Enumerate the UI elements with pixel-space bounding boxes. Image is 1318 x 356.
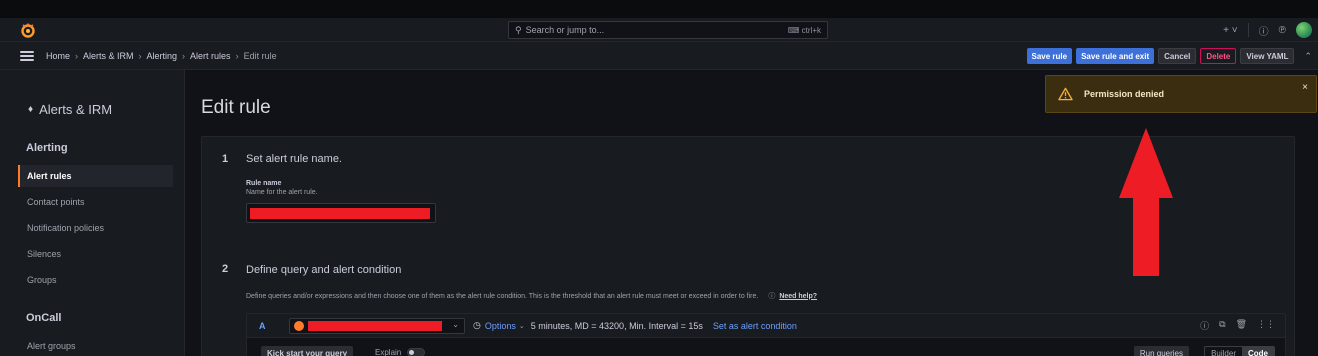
help-icon[interactable]: ⓘ <box>1259 23 1269 38</box>
sidebar-title-text: Alerts & IRM <box>39 102 113 117</box>
sidebar-item-groups[interactable]: Groups <box>18 269 173 291</box>
sidebar-section-alerting: Alerting <box>26 142 68 154</box>
query-description-text: Define queries and/or expressions and th… <box>246 292 759 300</box>
warning-icon <box>1058 87 1073 101</box>
query-ref-id[interactable]: A <box>259 321 279 331</box>
query-info-icon[interactable]: ⓘ <box>1200 319 1209 332</box>
datasource-icon <box>294 320 304 331</box>
bell-icon: ♦ <box>28 104 34 115</box>
search-input[interactable]: ⚲ Search or jump to... ⌨ ctrl+k <box>508 21 828 39</box>
sidebar-item-contact-points[interactable]: Contact points <box>18 191 173 213</box>
query-options-summary: 5 minutes, MD = 43200, Min. Interval = 1… <box>530 320 703 331</box>
view-yaml-button[interactable]: View YAML <box>1240 48 1295 64</box>
explain-toggle-group: Explain <box>375 348 426 356</box>
breadcrumb-alerting[interactable]: Alerting <box>147 51 178 61</box>
breadcrumb-separator: › <box>235 50 239 61</box>
navigation-bar: Home › Alerts & IRM › Alerting › Alert r… <box>0 42 1318 70</box>
sidebar-item-alert-groups[interactable]: Alert groups <box>18 335 173 356</box>
user-avatar[interactable] <box>1296 22 1312 38</box>
need-help-link[interactable]: Need help? <box>779 293 817 300</box>
query-toolbar: Kick start your query Explain Run querie… <box>247 342 1285 356</box>
query-header: A ⌄ ◷ Options ⌄ 5 minutes, MD = 43200, M… <box>247 314 1285 338</box>
permission-denied-toast: Permission denied × <box>1045 75 1317 113</box>
explain-label: Explain <box>375 348 402 356</box>
editor-mode-switch: Builder Code <box>1204 346 1275 356</box>
grafana-logo-icon[interactable] <box>20 22 36 38</box>
menu-icon[interactable] <box>20 50 34 61</box>
query-row-actions: ⓘ ⧉ 🗑 ⋮⋮ <box>1200 319 1275 332</box>
datasource-picker[interactable]: ⌄ <box>289 317 465 334</box>
page-title: Edit rule <box>201 97 271 118</box>
kick-start-query-button[interactable]: Kick start your query <box>261 346 354 356</box>
step-title: Set alert rule name. <box>246 153 342 165</box>
query-description: Define queries and/or expressions and th… <box>246 291 817 301</box>
toast-message: Permission denied <box>1084 89 1165 99</box>
section-sidebar: ♦ Alerts & IRM Alerting Alert rules Cont… <box>0 70 185 356</box>
rule-name-input[interactable] <box>246 203 436 223</box>
breadcrumb-separator: › <box>75 50 79 61</box>
search-shortcut-text: ctrl+k <box>801 25 821 35</box>
step-number: 2 <box>222 263 229 275</box>
redaction-mark <box>250 208 430 219</box>
set-alert-condition-button[interactable]: Set as alert condition <box>713 321 797 331</box>
save-and-exit-button[interactable]: Save rule and exit <box>1076 48 1155 64</box>
breadcrumb-separator: › <box>182 50 186 61</box>
sidebar-item-alert-rules[interactable]: Alert rules <box>18 165 173 187</box>
breadcrumb: Home › Alerts & IRM › Alerting › Alert r… <box>46 51 277 61</box>
search-icon: ⚲ <box>515 24 522 35</box>
help-circle-icon: ⓘ <box>768 293 776 300</box>
rule-name-label: Rule name <box>246 180 282 187</box>
breadcrumb-alert-rules[interactable]: Alert rules <box>190 51 231 61</box>
query-editor: A ⌄ ◷ Options ⌄ 5 minutes, MD = 43200, M… <box>246 313 1286 356</box>
chevron-down-icon: ⌄ <box>518 322 525 330</box>
sidebar-item-notification-policies[interactable]: Notification policies <box>18 217 173 239</box>
cancel-button[interactable]: Cancel <box>1158 48 1197 64</box>
builder-mode-button[interactable]: Builder <box>1205 347 1242 356</box>
header-actions: + ˅ ⓘ ℗ <box>1223 20 1312 40</box>
duplicate-query-icon[interactable]: ⧉ <box>1219 319 1225 332</box>
chevron-up-icon[interactable]: ⌃ <box>1304 51 1312 62</box>
redaction-mark <box>308 320 442 331</box>
sidebar-title: ♦ Alerts & IRM <box>28 102 112 117</box>
rule-name-description: Name for the alert rule. <box>246 189 318 196</box>
top-strip <box>0 0 1318 18</box>
code-mode-button[interactable]: Code <box>1242 347 1274 356</box>
drag-handle-icon[interactable]: ⋮⋮ <box>1257 319 1275 332</box>
breadcrumb-current: Edit rule <box>243 50 277 61</box>
sidebar-section-oncall: OnCall <box>26 312 62 324</box>
breadcrumb-alerts-irm[interactable]: Alerts & IRM <box>83 51 134 61</box>
delete-query-icon[interactable]: 🗑 <box>1236 319 1247 332</box>
breadcrumb-home[interactable]: Home <box>46 51 70 61</box>
news-feed-icon[interactable]: ℗ <box>1279 25 1286 36</box>
clock-icon: ◷ <box>473 320 481 330</box>
breadcrumb-separator: › <box>138 50 142 61</box>
new-menu-button[interactable]: + ˅ <box>1223 25 1237 36</box>
header-divider <box>1247 23 1249 37</box>
search-shortcut: ⌨ ctrl+k <box>787 25 821 35</box>
step-number: 1 <box>222 153 229 165</box>
run-queries-button[interactable]: Run queries <box>1133 346 1189 356</box>
explain-toggle[interactable] <box>407 348 426 356</box>
step-title: Define query and alert condition <box>246 264 402 276</box>
chevron-down-icon: ⌄ <box>452 319 459 329</box>
close-icon[interactable]: × <box>1302 82 1308 93</box>
search-placeholder: Search or jump to... <box>525 25 605 35</box>
delete-button[interactable]: Delete <box>1200 48 1237 64</box>
query-options-toggle[interactable]: Options <box>485 321 516 331</box>
rule-actions: Save rule Save rule and exit Cancel Dele… <box>1026 48 1312 64</box>
annotation-arrow <box>1119 128 1173 276</box>
save-rule-button[interactable]: Save rule <box>1026 48 1073 64</box>
app-header: ⚲ Search or jump to... ⌨ ctrl+k + ˅ ⓘ ℗ <box>0 18 1318 42</box>
sidebar-item-silences[interactable]: Silences <box>18 243 173 265</box>
